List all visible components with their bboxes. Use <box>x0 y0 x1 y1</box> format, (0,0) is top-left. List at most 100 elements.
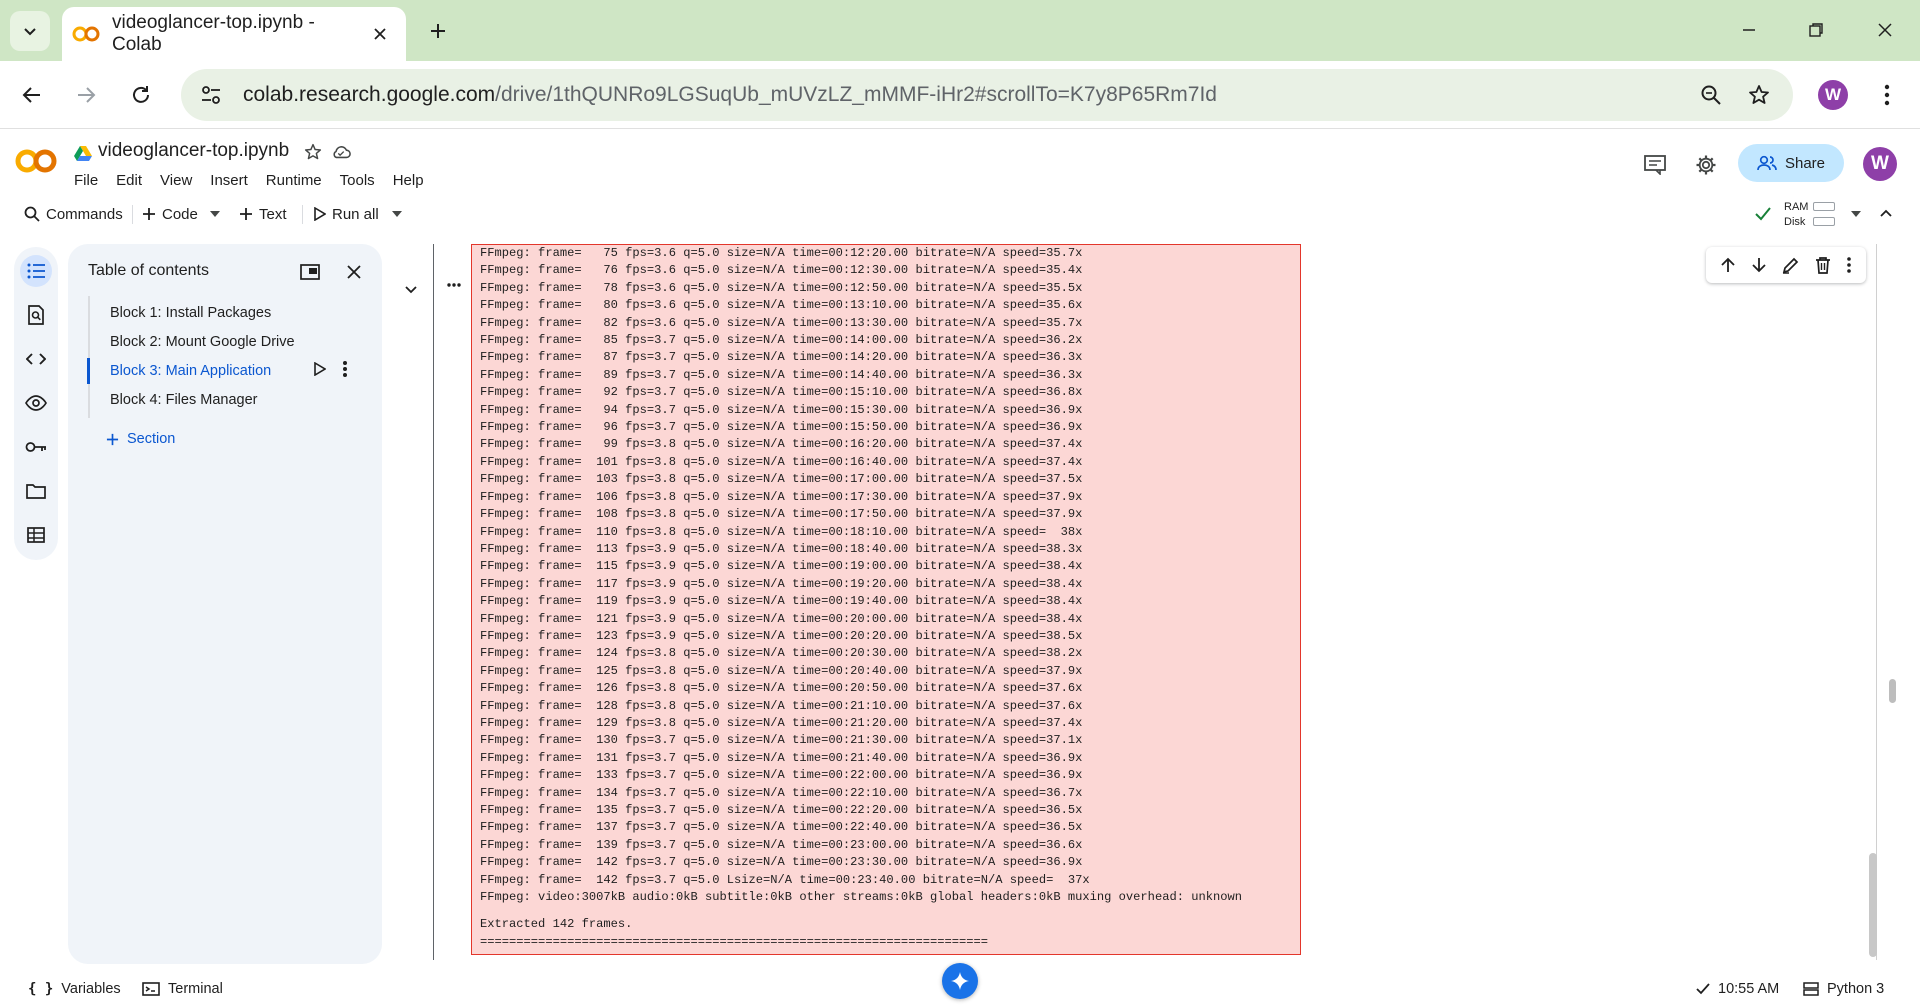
menu-insert[interactable]: Insert <box>210 172 257 189</box>
menu-runtime[interactable]: Runtime <box>266 172 331 189</box>
runtime-indicator[interactable]: Python 3 <box>1803 970 1884 1008</box>
toc-item-block-1[interactable]: Block 1: Install Packages <box>110 305 271 321</box>
output-line: FFmpeg: frame= 128 fps=3.8 q=5.0 size=N/… <box>480 698 1083 713</box>
notebook-scrollbar[interactable] <box>1876 244 1884 960</box>
output-line: FFmpeg: frame= 87 fps=3.7 q=5.0 size=N/A… <box>480 350 1083 365</box>
output-line: FFmpeg: frame= 142 fps=3.7 q=5.0 size=N/… <box>480 855 1083 870</box>
side-rail <box>14 247 58 560</box>
add-code-dropdown[interactable] <box>210 198 220 230</box>
arrow-right-icon <box>78 87 96 103</box>
output-line: FFmpeg: frame= 124 fps=3.8 q=5.0 size=N/… <box>480 646 1083 661</box>
chevron-down-icon[interactable] <box>404 285 418 295</box>
tune-icon <box>202 86 220 104</box>
site-info-button[interactable] <box>193 77 229 113</box>
menu-edit[interactable]: Edit <box>116 172 151 189</box>
notebook-scrollbar-thumb[interactable] <box>1869 853 1877 957</box>
menu-help[interactable]: Help <box>393 172 433 189</box>
folder-icon <box>26 484 46 499</box>
notebook-title[interactable]: videoglancer-top.ipynb <box>98 140 289 162</box>
caret-down-icon[interactable] <box>1851 211 1861 217</box>
toc-rail-button[interactable] <box>20 255 52 287</box>
add-code-button[interactable]: Code <box>142 198 198 230</box>
share-button[interactable]: Share <box>1738 144 1844 182</box>
commands-button[interactable]: Commands <box>24 198 123 230</box>
chevron-up-icon[interactable] <box>1879 208 1893 218</box>
reload-button[interactable] <box>121 75 161 115</box>
plus-icon <box>240 208 252 220</box>
output-line: FFmpeg: frame= 82 fps=3.6 q=5.0 size=N/A… <box>480 315 1083 330</box>
account-avatar[interactable]: W <box>1863 147 1897 181</box>
ram-usage-bar <box>1813 202 1835 211</box>
secrets-rail-button[interactable] <box>20 431 52 463</box>
output-line: FFmpeg: frame= 96 fps=3.7 q=5.0 size=N/A… <box>480 420 1083 435</box>
open-in-tab-button[interactable] <box>296 258 324 286</box>
toc-item-block-3[interactable]: Block 3: Main Application <box>110 363 271 379</box>
tab-close-button[interactable] <box>368 22 392 46</box>
output-line: FFmpeg: frame= 103 fps=3.8 q=5.0 size=N/… <box>480 472 1083 487</box>
disk-usage-bar <box>1813 217 1835 226</box>
cloud-saved-icon[interactable] <box>331 143 351 161</box>
browser-menu-button[interactable] <box>1867 75 1907 115</box>
menu-view[interactable]: View <box>160 172 201 189</box>
menu-tools[interactable]: Tools <box>340 172 384 189</box>
disk-label: Disk <box>1784 216 1806 228</box>
url-path: /drive/1thQUNRo9LGSuqUb_mUVzLZ_mMMF-iHr2… <box>495 83 1217 106</box>
code-snippets-rail-button[interactable] <box>20 343 52 375</box>
terminal-button[interactable]: Terminal <box>142 970 223 1008</box>
files-rail-button[interactable] <box>20 475 52 507</box>
play-icon[interactable] <box>314 362 326 376</box>
variables-rail-button[interactable] <box>20 387 52 419</box>
forward-button[interactable] <box>66 75 106 115</box>
settings-button[interactable] <box>1691 150 1721 180</box>
more-vert-icon[interactable] <box>342 360 348 378</box>
output-line: FFmpeg: frame= 78 fps=3.6 q=5.0 size=N/A… <box>480 280 1083 295</box>
run-all-dropdown[interactable] <box>392 198 402 230</box>
more-horiz-icon[interactable] <box>446 282 462 288</box>
output-line: FFmpeg: frame= 131 fps=3.7 q=5.0 size=N/… <box>480 750 1083 765</box>
edit-icon[interactable] <box>1782 256 1800 274</box>
colab-logo[interactable] <box>14 148 58 174</box>
menu-file[interactable]: File <box>74 172 107 189</box>
code-icon <box>26 353 46 365</box>
execution-status[interactable]: 10:55 AM <box>1696 970 1779 1008</box>
output-line: FFmpeg: frame= 94 fps=3.7 q=5.0 size=N/A… <box>480 402 1083 417</box>
data-table-rail-button[interactable] <box>20 519 52 551</box>
toc-item-block-2[interactable]: Block 2: Mount Google Drive <box>110 334 295 350</box>
zoom-button[interactable] <box>1693 77 1729 113</box>
address-bar[interactable]: colab.research.google.com/drive/1thQUNRo… <box>181 69 1793 121</box>
browser-toolbar: colab.research.google.com/drive/1thQUNRo… <box>0 61 1920 129</box>
toolbar-divider <box>302 205 303 224</box>
commands-label: Commands <box>46 205 123 223</box>
comments-button[interactable] <box>1640 150 1670 180</box>
output-scroll-handle[interactable] <box>1889 679 1896 703</box>
arrow-up-icon[interactable] <box>1720 257 1736 273</box>
browser-tab[interactable]: videoglancer-top.ipynb - Colab <box>62 7 406 61</box>
resource-monitor[interactable]: RAM Disk <box>1784 200 1808 230</box>
arrow-down-icon[interactable] <box>1751 257 1767 273</box>
bookmark-button[interactable] <box>1741 77 1777 113</box>
find-rail-button[interactable] <box>20 299 52 331</box>
sparkle-icon <box>951 972 969 990</box>
cell-toolbar <box>1706 247 1866 283</box>
output-line: FFmpeg: frame= 126 fps=3.8 q=5.0 size=N/… <box>480 681 1083 696</box>
window-close-button[interactable] <box>1863 12 1907 48</box>
chevron-down-icon <box>24 28 36 36</box>
delete-icon[interactable] <box>1815 256 1831 274</box>
minimize-button[interactable] <box>1727 12 1771 48</box>
variables-button[interactable]: { } Variables <box>28 970 121 1008</box>
toc-item-block-4[interactable]: Block 4: Files Manager <box>110 392 257 408</box>
restore-button[interactable] <box>1794 12 1838 48</box>
close-toc-button[interactable] <box>340 258 368 286</box>
run-all-button[interactable]: Run all <box>314 198 379 230</box>
star-icon[interactable] <box>304 143 322 161</box>
gemini-button[interactable] <box>942 963 978 999</box>
back-button[interactable] <box>12 75 52 115</box>
reload-icon <box>133 86 149 103</box>
play-icon <box>314 207 326 221</box>
new-tab-button[interactable] <box>420 13 456 49</box>
more-vert-icon[interactable] <box>1846 256 1852 274</box>
browser-profile-avatar[interactable]: W <box>1818 80 1848 110</box>
add-text-button[interactable]: Text <box>239 198 287 230</box>
add-section-button[interactable]: Section <box>106 431 175 447</box>
tab-search-button[interactable] <box>10 11 50 51</box>
